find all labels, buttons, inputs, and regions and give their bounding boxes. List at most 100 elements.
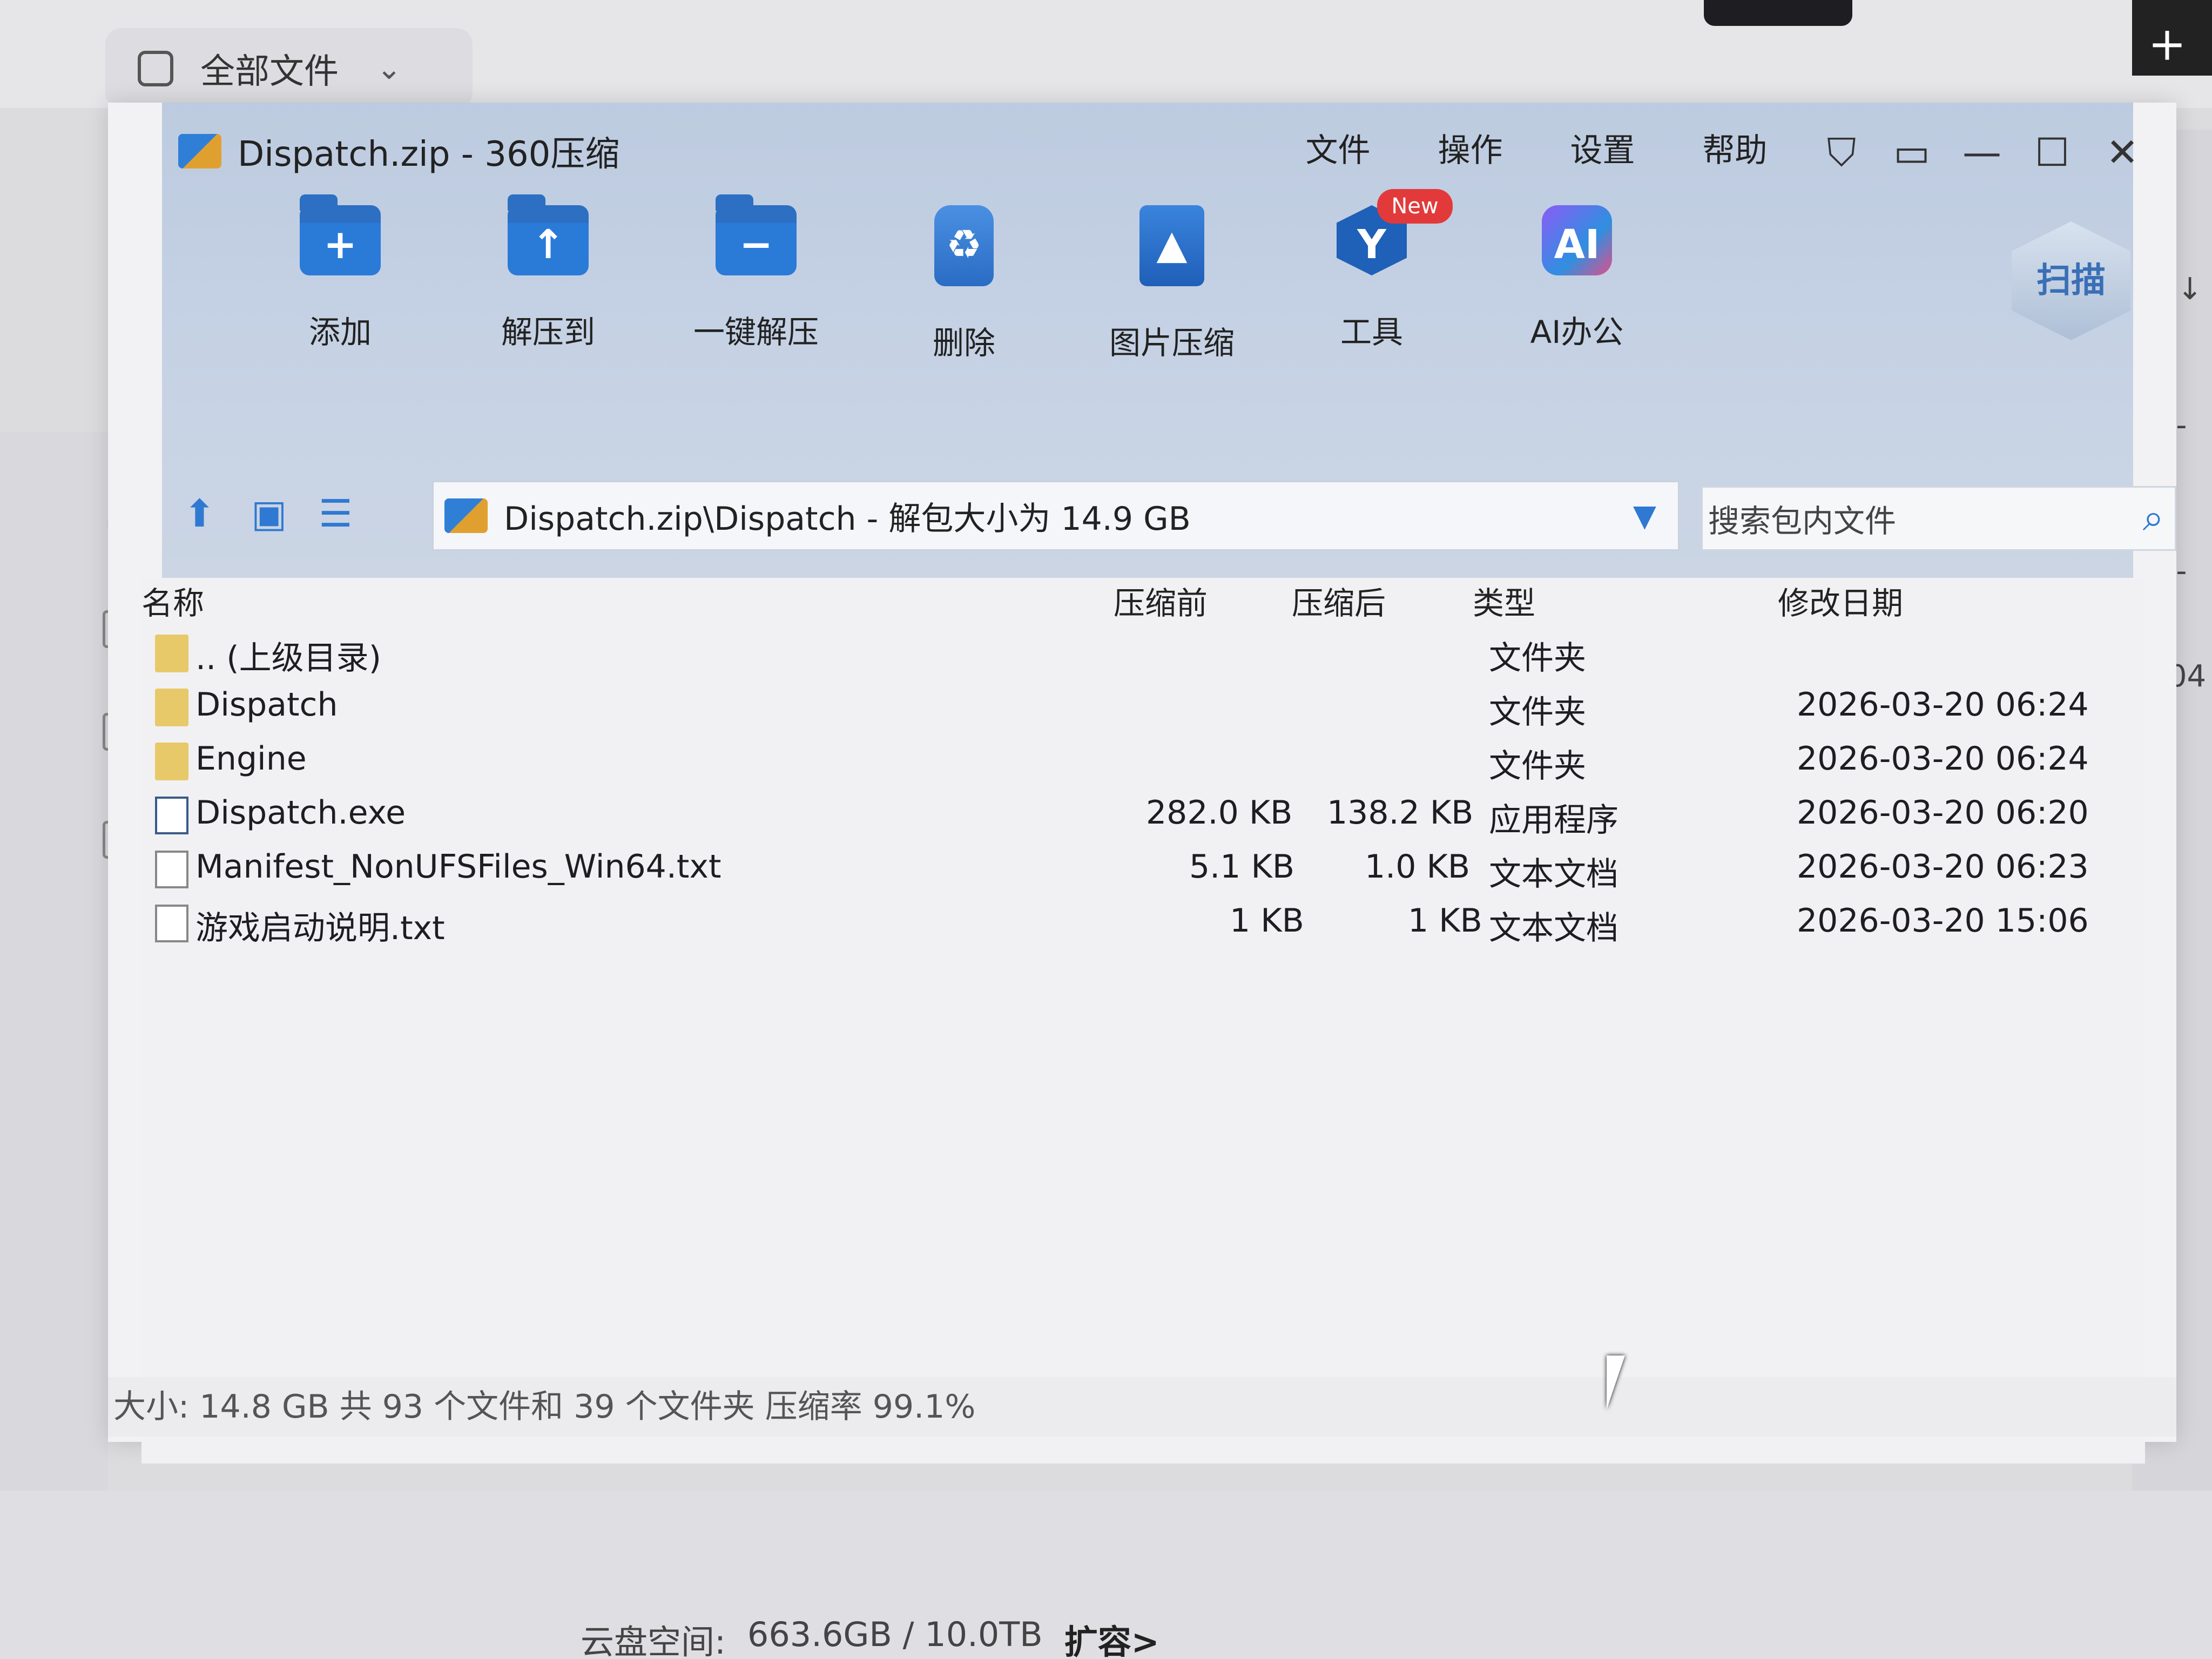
mouse-cursor-icon	[1607, 1355, 1643, 1410]
all-files-dropdown[interactable]: 全部文件 ⌄	[105, 28, 473, 109]
cloud-space-label: 云盘空间:	[581, 1622, 726, 1659]
checkbox-icon[interactable]	[138, 51, 173, 86]
column-type[interactable]: 类型	[1473, 578, 1535, 623]
column-after-size[interactable]: 压缩后	[1292, 578, 1386, 623]
menu-settings[interactable]: 设置	[1536, 124, 1669, 171]
image-compress-label: 图片压缩	[1109, 325, 1235, 361]
extract-folder-icon: ↑	[508, 194, 589, 275]
file-row[interactable]: Manifest_NonUFSFiles_Win64.txt 5.1 KB 1.…	[141, 842, 2145, 896]
file-modified: 2026-03-20 06:23	[1797, 848, 2089, 886]
navigation-row: ⬆ ▣ ☰ Dispatch.zip\Dispatch - 解包大小为 14.9…	[162, 481, 2176, 551]
file-modified: 2026-03-20 15:06	[1797, 902, 2089, 940]
folder-icon	[155, 635, 188, 672]
feedback-icon[interactable]: ▭	[1877, 130, 1947, 176]
column-name[interactable]: 名称	[141, 578, 204, 623]
status-bar: 大小: 14.8 GB 共 93 个文件和 39 个文件夹 压缩率 99.1%	[108, 1377, 2176, 1437]
file-row[interactable]: 游戏启动说明.txt 1 KB 1 KB 文本文档 2026-03-20 15:…	[141, 896, 2145, 950]
menu-bar: 文件 操作 设置 帮助	[1272, 124, 1801, 171]
expand-link[interactable]: 扩容>	[1064, 1615, 1159, 1659]
one-click-extract-label: 一键解压	[693, 314, 819, 350]
all-files-label: 全部文件	[200, 52, 339, 92]
file-type: 文本文档	[1489, 855, 1618, 893]
search-icon[interactable]: ⌕	[2143, 495, 2164, 540]
file-after-size: 1.0 KB	[1365, 848, 1470, 886]
file-name: Engine	[195, 740, 307, 778]
list-view-icon[interactable]: ☰	[319, 491, 353, 536]
delete-button[interactable]: ♻ 删除	[883, 205, 1045, 454]
folder-icon	[155, 743, 188, 780]
thumbnail-view-icon[interactable]: ▣	[251, 491, 287, 536]
title-bar: Dispatch.zip - 360压缩	[178, 119, 619, 184]
add-button[interactable]: ＋	[2132, 0, 2212, 76]
file-type: 应用程序	[1489, 801, 1618, 839]
file-name: Dispatch	[195, 686, 338, 724]
file-name: Manifest_NonUFSFiles_Win64.txt	[195, 848, 721, 886]
file-name: Dispatch.exe	[195, 794, 406, 832]
file-before-size: 1 KB	[1230, 902, 1304, 940]
skin-icon[interactable]: ⛉	[1806, 130, 1877, 176]
file-before-size: 5.1 KB	[1189, 848, 1294, 886]
zip-file-icon	[444, 498, 488, 533]
file-name: .. (上级目录)	[195, 639, 382, 677]
file-after-size: 138.2 KB	[1327, 794, 1474, 832]
add-folder-icon: +	[300, 194, 381, 275]
file-after-size: 1 KB	[1408, 902, 1482, 940]
file-modified: 2026-03-20 06:24	[1797, 740, 2089, 778]
ai-icon: AI	[1542, 205, 1612, 275]
add-label: 添加	[308, 314, 372, 350]
ai-office-label: AI办公	[1530, 314, 1624, 350]
close-button[interactable]: ✕	[2087, 130, 2157, 176]
maximize-button[interactable]: ☐	[2017, 130, 2087, 176]
one-click-extract-button[interactable]: − 一键解压	[675, 194, 837, 454]
ai-office-button[interactable]: AI AI办公	[1496, 205, 1658, 454]
folder-icon	[155, 689, 188, 726]
minimize-button[interactable]: —	[1947, 130, 2017, 176]
scan-button[interactable]: 扫描	[2012, 221, 2130, 340]
chevron-down-icon: ⌄	[376, 51, 402, 86]
search-box[interactable]: 搜索包内文件 ⌕	[1701, 486, 2176, 551]
zip-app-icon	[178, 134, 221, 168]
file-name: 游戏启动说明.txt	[195, 909, 445, 947]
image-compress-button[interactable]: ▲ 图片压缩	[1091, 205, 1253, 454]
extract-to-button[interactable]: ↑ 解压到	[467, 194, 629, 454]
text-file-icon	[155, 905, 188, 942]
up-arrow-icon[interactable]: ⬆	[184, 491, 215, 536]
background-left-panel: 常	[0, 432, 136, 1566]
tools-label: 工具	[1340, 314, 1403, 350]
extract-to-label: 解压到	[501, 314, 595, 350]
menu-operate[interactable]: 操作	[1404, 124, 1536, 171]
file-modified: 2026-03-20 06:20	[1797, 794, 2089, 832]
file-list: 名称 压缩前 压缩后 类型 修改日期 .. (上级目录) 文件夹 Dispatc…	[141, 578, 2145, 1464]
file-row[interactable]: Dispatch.exe 282.0 KB 138.2 KB 应用程序 2026…	[141, 788, 2145, 842]
window-controls: ⛉ ▭ — ☐ ✕	[1806, 130, 2157, 176]
zip-window: Dispatch.zip - 360压缩 文件 操作 设置 帮助 ⛉ ▭ — ☐…	[108, 103, 2176, 1464]
menu-help[interactable]: 帮助	[1669, 124, 1801, 171]
one-click-extract-icon: −	[716, 194, 797, 275]
toolbar: + 添加 ↑ 解压到 − 一键解压 ♻ 删除 ▲ 图片压缩 Y 工具 AI AI…	[162, 194, 1782, 454]
file-type: 文件夹	[1489, 693, 1586, 731]
text-file-icon	[155, 851, 188, 888]
search-input[interactable]: 搜索包内文件	[1708, 496, 1896, 541]
file-type: 文本文档	[1489, 909, 1618, 947]
cloud-space-value: 663.6GB / 10.0TB	[747, 1615, 1043, 1654]
column-modified[interactable]: 修改日期	[1778, 578, 1903, 623]
address-path: Dispatch.zip\Dispatch - 解包大小为 14.9 GB	[504, 500, 1191, 538]
file-row[interactable]: Dispatch 文件夹 2026-03-20 06:24	[141, 680, 2145, 734]
file-row[interactable]: .. (上级目录) 文件夹	[141, 626, 2145, 680]
file-row[interactable]: Engine 文件夹 2026-03-20 06:24	[141, 734, 2145, 788]
window-header: Dispatch.zip - 360压缩 文件 操作 设置 帮助 ⛉ ▭ — ☐…	[162, 103, 2176, 578]
recycle-bin-icon: ♻	[934, 205, 994, 286]
new-badge: New	[1377, 189, 1453, 224]
file-type: 文件夹	[1489, 639, 1586, 677]
menu-file[interactable]: 文件	[1272, 124, 1404, 171]
file-before-size: 282.0 KB	[1146, 794, 1293, 832]
address-dropdown-icon[interactable]: ▼	[1633, 498, 1656, 534]
file-modified: 2026-03-20 06:24	[1797, 686, 2089, 724]
tools-button[interactable]: Y 工具	[1291, 205, 1453, 454]
add-button[interactable]: + 添加	[259, 194, 421, 454]
address-bar[interactable]: Dispatch.zip\Dispatch - 解包大小为 14.9 GB ▼	[432, 481, 1680, 551]
delete-label: 删除	[932, 325, 995, 361]
file-type: 文件夹	[1489, 747, 1586, 785]
cloud-space: 云盘空间: 663.6GB / 10.0TB 扩容>	[581, 1615, 1159, 1659]
column-before-size[interactable]: 压缩前	[1114, 578, 1208, 623]
